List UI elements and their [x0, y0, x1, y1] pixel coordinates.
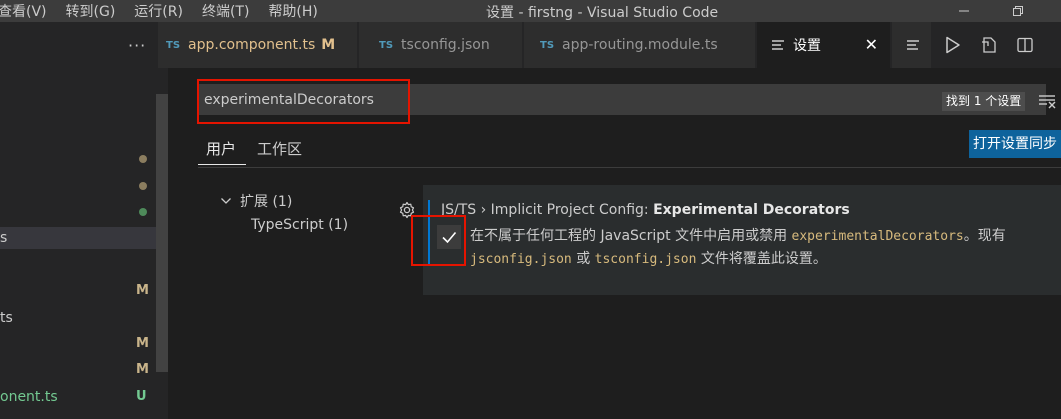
tab-label: 设置	[793, 38, 821, 54]
setting-category: JS/TS › Implicit Project Config:	[441, 202, 654, 218]
settings-sync-button[interactable]: 打开设置同步	[969, 130, 1061, 158]
file-label: ts	[0, 310, 13, 326]
tab-workspace[interactable]: 工作区	[257, 138, 302, 159]
untracked-badge: U	[136, 389, 147, 404]
open-changes-icon	[982, 37, 996, 53]
file-row[interactable]: s	[0, 227, 156, 249]
git-status-dot	[139, 182, 147, 190]
restore-button[interactable]	[1006, 0, 1030, 22]
desc-text: 在不属于任何工程的 JavaScript 文件中启用或禁用	[470, 228, 792, 244]
chevron-down-icon	[221, 198, 231, 204]
setting-title: JS/TS › Implicit Project Config: Experim…	[441, 202, 850, 218]
menu-bar: 查看(V) 转到(G) 运行(R) 终端(T) 帮助(H)	[0, 0, 337, 22]
git-status-dot	[139, 208, 147, 216]
scope-divider	[198, 167, 1061, 168]
tab-settings[interactable]: 设置 ✕	[757, 22, 891, 68]
settings-icon	[772, 40, 784, 50]
tab-app-component[interactable]: TS app.component.ts M	[158, 22, 358, 68]
tab-user[interactable]: 用户	[206, 138, 236, 159]
menu-view[interactable]: 查看(V)	[0, 1, 47, 21]
menu-terminal[interactable]: 终端(T)	[202, 1, 249, 21]
tab-overflow[interactable]	[892, 22, 932, 68]
desc-text: 文件将覆盖此设置。	[696, 251, 827, 267]
modified-badge: M	[136, 283, 149, 298]
setting-name: Experimental Decorators	[653, 202, 850, 218]
run-button[interactable]	[935, 22, 971, 68]
toc-item-typescript[interactable]: TypeScript (1)	[251, 217, 348, 233]
typescript-icon: TS	[166, 39, 181, 51]
git-status-dot	[139, 155, 147, 163]
file-row[interactable]: onent.ts U	[0, 386, 156, 408]
split-editor-icon	[1017, 37, 1033, 53]
checkbox-highlight-box	[411, 215, 466, 266]
toc-group-extensions[interactable]: 扩展 (1)	[220, 191, 292, 211]
editor-actions	[935, 22, 1043, 68]
tab-label: app-routing.module.ts	[562, 37, 718, 53]
minimize-button[interactable]	[952, 0, 976, 22]
tab-label: tsconfig.json	[401, 37, 490, 53]
tab-label: app.component.ts	[188, 37, 316, 53]
modified-badge: M	[136, 336, 149, 351]
editor-tab-bar: TS app.component.ts M TS tsconfig.json T…	[158, 22, 1061, 68]
split-icon	[907, 40, 919, 50]
title-bar: 查看(V) 转到(G) 运行(R) 终端(T) 帮助(H) 设置 - first…	[0, 0, 1061, 22]
typescript-icon: TS	[540, 39, 555, 51]
toc-group-label: 扩展 (1)	[240, 194, 293, 210]
file-label: s	[0, 230, 8, 246]
restore-icon	[1013, 6, 1023, 16]
typescript-icon: TS	[379, 39, 394, 51]
desc-text: 或	[571, 251, 595, 267]
sidebar-scrollbar[interactable]	[156, 94, 168, 372]
file-row[interactable]: M	[0, 359, 156, 381]
split-editor-button[interactable]	[1007, 22, 1043, 68]
code-span: jsconfig.json	[470, 252, 572, 267]
minimize-icon	[959, 10, 969, 12]
run-icon	[946, 36, 960, 54]
modified-badge: M	[321, 37, 336, 53]
menu-help[interactable]: 帮助(H)	[268, 1, 317, 21]
close-icon[interactable]: ✕	[865, 35, 878, 54]
settings-editor: 找到 1 个设置 用户 工作区 打开设置同步 扩展 (1) TypeScript…	[168, 68, 1061, 419]
search-highlight-box	[197, 79, 410, 124]
file-row[interactable]: M	[0, 280, 156, 302]
tab-tsconfig[interactable]: TS tsconfig.json	[359, 22, 523, 68]
file-row[interactable]: M	[0, 333, 156, 355]
code-span: experimentalDecorators	[791, 229, 964, 244]
file-row[interactable]: ts	[0, 307, 156, 329]
desc-text: 。现有	[963, 228, 1006, 244]
more-actions-icon[interactable]: ···	[128, 36, 146, 55]
clear-filter-icon[interactable]	[1037, 92, 1057, 110]
code-span: tsconfig.json	[594, 252, 697, 267]
modified-badge: M	[136, 362, 149, 377]
active-tab-indicator	[198, 164, 246, 165]
window-title: 设置 - firstng - Visual Studio Code	[486, 5, 719, 21]
results-count-badge: 找到 1 个设置	[942, 92, 1026, 111]
open-changes-button[interactable]	[971, 22, 1007, 68]
setting-description: 在不属于任何工程的 JavaScript 文件中启用或禁用 experiment…	[470, 225, 1060, 271]
file-label: onent.ts	[0, 389, 58, 405]
menu-run[interactable]: 运行(R)	[134, 1, 183, 21]
explorer-sidebar: ··· s M ts M M onent.ts U	[0, 22, 168, 419]
menu-go[interactable]: 转到(G)	[66, 1, 116, 21]
explorer-header: ···	[0, 22, 168, 68]
tab-app-routing[interactable]: TS app-routing.module.ts	[524, 22, 756, 68]
